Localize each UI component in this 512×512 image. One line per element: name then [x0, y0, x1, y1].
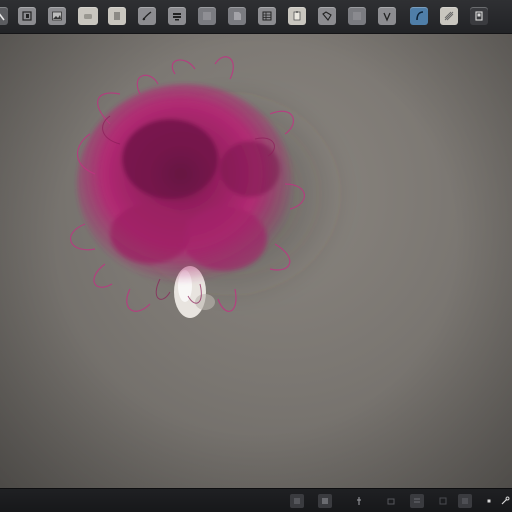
curve-icon[interactable]	[410, 7, 428, 25]
pompom-fur	[77, 84, 293, 284]
canvas-viewport[interactable]	[0, 34, 512, 488]
link-icon[interactable]	[498, 494, 512, 508]
image-icon[interactable]	[48, 7, 66, 25]
panel-icon[interactable]	[458, 494, 472, 508]
clipboard-icon[interactable]	[288, 7, 306, 25]
bottom-statusbar	[0, 488, 512, 512]
layer-icon[interactable]	[290, 494, 304, 508]
square-icon[interactable]	[318, 494, 332, 508]
select-arrow-icon[interactable]	[0, 7, 8, 25]
eraser-icon[interactable]	[78, 7, 98, 25]
pen-icon[interactable]	[378, 7, 396, 25]
top-toolbar	[0, 0, 512, 34]
page-icon[interactable]	[228, 7, 246, 25]
undo-icon[interactable]	[384, 494, 398, 508]
panel-icon[interactable]	[470, 7, 488, 25]
blank-icon[interactable]	[198, 7, 216, 25]
pin-icon[interactable]	[352, 494, 366, 508]
transform-icon[interactable]	[318, 7, 336, 25]
blank-icon[interactable]	[348, 7, 366, 25]
brush-icon[interactable]	[138, 7, 156, 25]
dot-icon[interactable]	[482, 494, 496, 508]
panel-icon[interactable]	[436, 494, 450, 508]
grid-icon[interactable]	[258, 7, 276, 25]
frame-icon[interactable]	[18, 7, 36, 25]
grid-icon[interactable]	[410, 494, 424, 508]
layers-icon[interactable]	[168, 7, 186, 25]
app-window	[0, 0, 512, 512]
rendered-image	[70, 56, 350, 318]
document-icon[interactable]	[108, 7, 126, 25]
gradient-icon[interactable]	[440, 7, 458, 25]
